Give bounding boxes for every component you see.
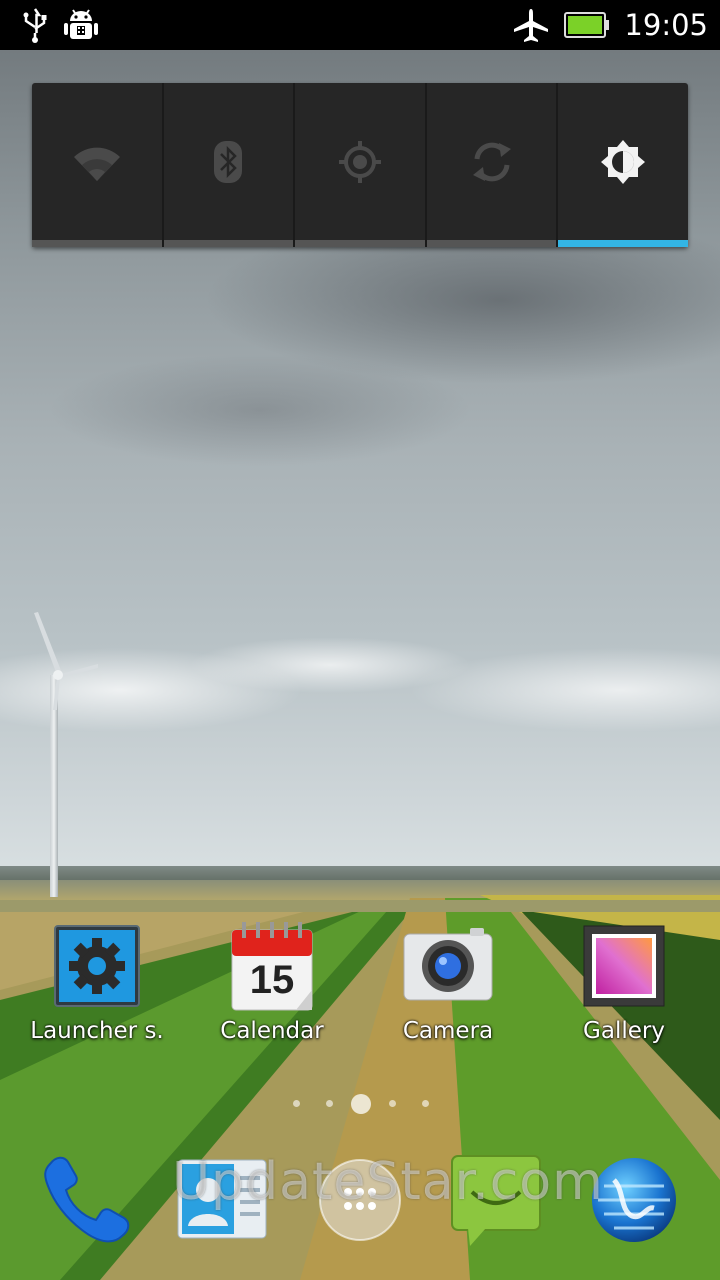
wifi-icon [73,147,120,181]
app-label: Gallery [583,1018,665,1044]
page-dot [422,1100,429,1107]
page-indicator [0,1094,720,1114]
phone-icon [44,1156,130,1243]
gear-icon [51,920,143,1012]
app-launcher-settings[interactable]: Launcher s. [9,920,185,1044]
brightness-toggle[interactable] [558,83,688,247]
airplane-mode-icon [514,9,549,42]
wifi-toggle[interactable] [32,83,164,247]
gps-state-bar [295,240,425,247]
app-label: Launcher s. [30,1018,164,1044]
calendar-date: 15 [249,958,295,1002]
calendar-icon: 15 [226,920,318,1012]
app-calendar[interactable]: 15 Calendar [184,920,360,1044]
bluetooth-icon [214,141,243,183]
wifi-state-bar [32,240,162,247]
watermark-text: UpdateStar.com [172,1152,604,1212]
brightness-icon [601,140,646,184]
brightness-state-bar [558,240,688,247]
page-dot [293,1100,300,1107]
app-camera[interactable]: Camera [360,920,536,1044]
gallery-icon [578,920,670,1012]
page-dot-current [351,1094,371,1114]
camera-icon [402,920,494,1012]
gps-icon [338,141,381,183]
turbine-blades-icon [34,612,98,710]
page-dot [389,1100,396,1107]
sync-icon [472,142,511,182]
page-dot [326,1100,333,1107]
clock: 19:05 [624,8,708,42]
phone-button[interactable] [36,1150,136,1250]
status-bar: 19:05 [0,0,720,50]
bluetooth-toggle[interactable] [163,83,296,247]
sync-state-bar [426,240,557,247]
bluetooth-state-bar [163,240,294,247]
app-label: Calendar [220,1018,324,1044]
gps-toggle[interactable] [295,83,427,247]
android-debug-icon [64,9,98,39]
sync-toggle[interactable] [426,83,559,247]
app-gallery[interactable]: Gallery [536,920,712,1044]
app-label: Camera [402,1018,494,1044]
quick-settings-widget [32,83,688,247]
usb-icon [23,8,47,43]
battery-icon [564,12,610,38]
